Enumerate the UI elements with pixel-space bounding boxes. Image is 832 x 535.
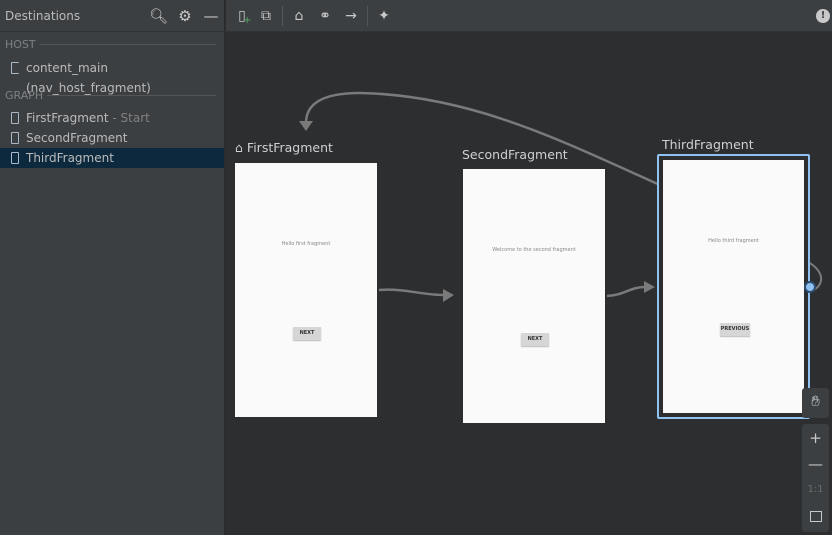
action-first-to-second <box>378 288 445 297</box>
start-home-icon: ⌂ <box>235 140 247 155</box>
fragment-card-second[interactable]: Welcome to the second fragment NEXT <box>463 169 605 423</box>
arrowhead <box>299 121 313 131</box>
zoom-to-fit-icon[interactable] <box>802 503 829 529</box>
fragment-title-third[interactable]: ThirdFragment <box>662 137 754 152</box>
zoom-controls: + — 1:1 <box>802 424 829 532</box>
previous-button-preview: PREVIOUS <box>720 323 750 336</box>
fragment-title-second[interactable]: SecondFragment <box>462 147 568 162</box>
zoom-out-icon[interactable]: — <box>802 451 829 477</box>
action-second-to-third <box>606 285 646 298</box>
hand-icon: ✋︎ <box>811 392 820 410</box>
zoom-actual-size-button[interactable]: 1:1 <box>802 477 829 503</box>
arrowhead <box>443 289 454 302</box>
next-button-preview: NEXT <box>521 333 549 346</box>
fragment-text: Welcome to the second fragment <box>492 247 576 253</box>
fragment-text: Hello first fragment <box>281 241 331 247</box>
fragment-card-third[interactable]: Hello third fragment PREVIOUS <box>663 160 804 413</box>
fragment-title-first[interactable]: ⌂ FirstFragment <box>235 140 333 155</box>
pan-button[interactable]: ✋︎ <box>802 388 829 418</box>
next-button-preview: NEXT <box>293 327 321 340</box>
zoom-in-icon[interactable]: + <box>802 425 829 451</box>
title-text: FirstFragment <box>246 140 333 155</box>
fragment-text: Hello third fragment <box>708 238 759 244</box>
action-handle[interactable] <box>804 281 816 293</box>
fragment-card-first[interactable]: Hello first fragment NEXT <box>235 163 377 417</box>
arrowhead <box>644 281 655 293</box>
